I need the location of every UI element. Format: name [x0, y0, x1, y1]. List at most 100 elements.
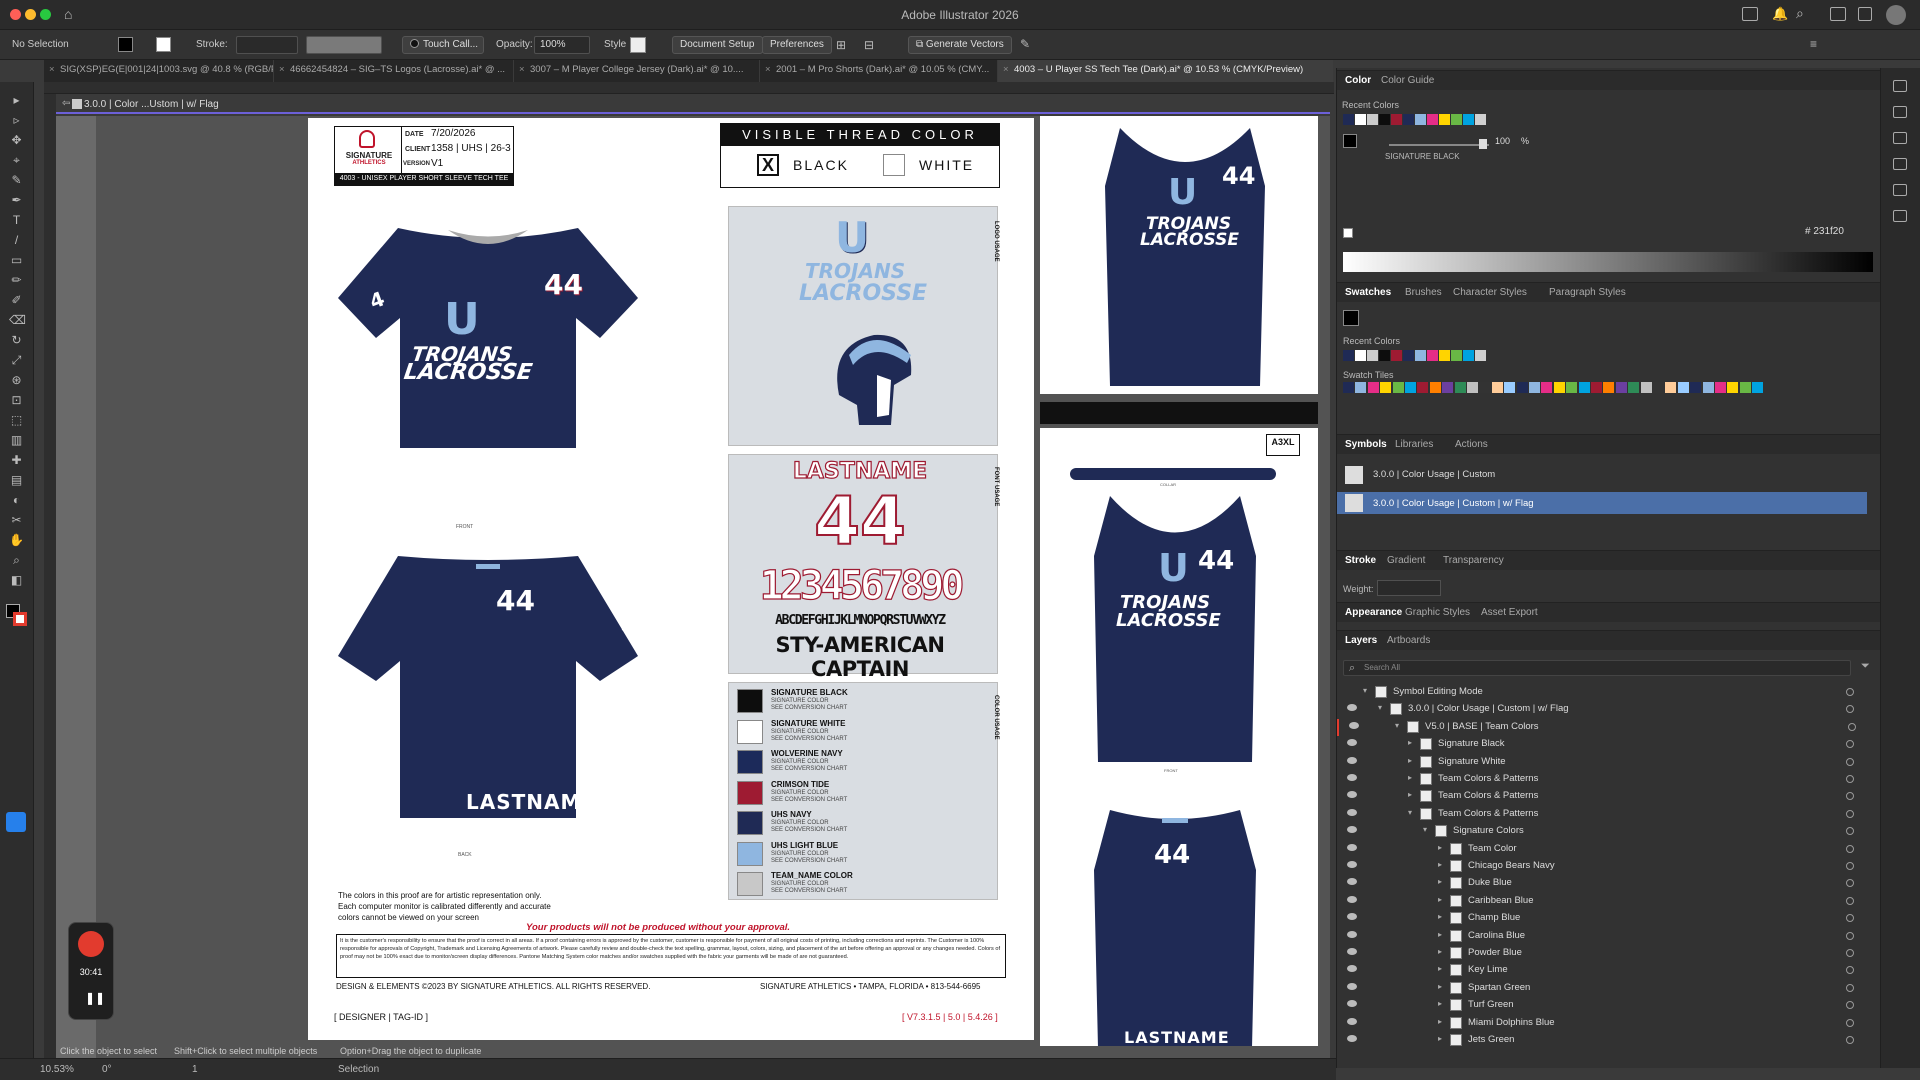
swatch-tile[interactable] — [1715, 382, 1726, 393]
target-circle-icon[interactable] — [1846, 914, 1854, 923]
swatch-tile[interactable] — [1541, 382, 1553, 393]
expand-chevron-icon[interactable]: ▸ — [1408, 773, 1412, 782]
close-tab-icon[interactable]: × — [279, 64, 285, 75]
swatch-tile[interactable] — [1591, 382, 1602, 393]
main-artboard[interactable]: SIGNATURE ATHLETICS DATE 7/20/2026 CLIEN… — [308, 118, 1034, 1040]
layer-row[interactable]: ▸ Key Lime — [1337, 962, 1881, 979]
selection-tool-icon[interactable]: ▸ — [9, 94, 24, 107]
visibility-eye-icon[interactable] — [1347, 878, 1357, 886]
swatch-tile[interactable] — [1405, 382, 1416, 393]
scissors-tool-icon[interactable]: ✂ — [9, 514, 24, 527]
doc-tab-tech-tee[interactable]: × 4003 – U Player SS Tech Tee (Dark).ai* … — [998, 60, 1334, 82]
tab-layers[interactable]: Layers — [1345, 635, 1377, 646]
properties-icon[interactable] — [1893, 106, 1907, 118]
recent-color-chip[interactable] — [1391, 114, 1402, 125]
target-circle-icon[interactable] — [1846, 966, 1854, 975]
fill-color-box[interactable] — [1343, 134, 1357, 148]
symbol-item-selected[interactable]: 3.0.0 | Color Usage | Custom | w/ Flag — [1337, 492, 1867, 514]
tab-appearance[interactable]: Appearance — [1345, 607, 1402, 618]
align-icon[interactable]: ⊟ — [864, 38, 874, 52]
line-tool-icon[interactable]: / — [9, 234, 24, 247]
tab-brushes[interactable]: Brushes — [1405, 287, 1442, 298]
recent-color-chip[interactable] — [1451, 114, 1462, 125]
arrange-icon[interactable]: ⊞ — [836, 38, 846, 52]
recent-color-chip[interactable] — [1415, 350, 1426, 361]
recent-color-chip[interactable] — [1415, 114, 1426, 125]
symbol-item[interactable]: 3.0.0 | Color Usage | Custom — [1337, 464, 1867, 484]
visibility-eye-icon[interactable] — [1347, 756, 1357, 764]
tint-value[interactable]: 100 — [1495, 136, 1510, 146]
tab-graphic-styles[interactable]: Graphic Styles — [1405, 607, 1470, 618]
target-circle-icon[interactable] — [1846, 705, 1854, 714]
target-circle-icon[interactable] — [1846, 1001, 1854, 1010]
direct-selection-tool-icon[interactable]: ▹ — [9, 114, 24, 127]
free-transform-tool-icon[interactable]: ⊡ — [9, 394, 24, 407]
layer-row[interactable]: ▸ Team Colors & Patterns — [1337, 771, 1881, 788]
layer-row[interactable]: ▸ Signature White — [1337, 754, 1881, 771]
stroke-swatch[interactable] — [156, 37, 171, 52]
lasso-tool-icon[interactable]: ⌖ — [9, 154, 24, 167]
shape-builder-tool-icon[interactable]: ⬚ — [9, 414, 24, 427]
recent-color-chip[interactable] — [1343, 350, 1354, 361]
visibility-eye-icon[interactable] — [1347, 930, 1357, 938]
layer-row[interactable]: ▾ Team Colors & Patterns — [1337, 806, 1881, 823]
target-circle-icon[interactable] — [1846, 879, 1854, 888]
panel-menu-icon[interactable]: ≡ — [1810, 37, 1817, 51]
document-setup-button[interactable]: Document Setup — [672, 36, 763, 54]
artboard-number[interactable]: 1 — [192, 1064, 198, 1075]
layer-row[interactable]: ▸ Team Colors & Patterns — [1337, 788, 1881, 805]
curvature-tool-icon[interactable]: ✒ — [9, 194, 24, 207]
expand-chevron-icon[interactable]: ▸ — [1438, 999, 1442, 1008]
eraser-tool-icon[interactable]: ⌫ — [9, 314, 26, 327]
expand-chevron-icon[interactable]: ▸ — [1438, 912, 1442, 921]
visibility-eye-icon[interactable] — [1347, 1035, 1357, 1042]
target-circle-icon[interactable] — [1846, 757, 1854, 766]
target-circle-icon[interactable] — [1848, 722, 1856, 731]
expand-chevron-icon[interactable]: ▸ — [1438, 1017, 1442, 1026]
pencil-tool-icon[interactable]: ✐ — [9, 294, 24, 307]
layer-row[interactable]: ▸ Signature Black — [1337, 736, 1881, 753]
expand-chevron-icon[interactable]: ▸ — [1408, 790, 1412, 799]
gradient-tool-icon[interactable]: ▤ — [9, 474, 24, 487]
recent-color-chip[interactable] — [1367, 350, 1378, 361]
layer-row[interactable]: ▸ Team Color — [1337, 841, 1881, 858]
stroke-weight-field[interactable] — [236, 36, 298, 54]
preview-artboard-top[interactable]: U 44 TROJANS LACROSSE — [1040, 116, 1318, 394]
expand-chevron-icon[interactable]: ▸ — [1438, 860, 1442, 869]
close-tab-icon[interactable]: × — [765, 64, 771, 75]
hex-field[interactable]: # 231f20 — [1805, 226, 1844, 237]
tab-stroke[interactable]: Stroke — [1345, 555, 1376, 566]
thread-black-checkbox[interactable]: X — [757, 154, 779, 176]
layer-row[interactable]: ▸ Turf Green — [1337, 997, 1881, 1014]
visibility-eye-icon[interactable] — [1347, 808, 1357, 816]
back-arrow-icon[interactable]: ⇦ — [62, 98, 70, 109]
swatch-tile[interactable] — [1491, 382, 1503, 393]
visibility-eye-icon[interactable] — [1347, 982, 1357, 990]
expand-chevron-icon[interactable]: ▸ — [1438, 877, 1442, 886]
visibility-eye-icon[interactable] — [1347, 965, 1357, 973]
recent-color-chip[interactable] — [1343, 114, 1354, 125]
perspective-tool-icon[interactable]: ▥ — [9, 434, 24, 447]
layer-row[interactable]: ▾ V5.0 | BASE | Team Colors — [1337, 718, 1881, 736]
visibility-eye-icon[interactable] — [1347, 791, 1357, 799]
swatch-tile[interactable] — [1529, 382, 1540, 393]
visibility-eye-icon[interactable] — [1347, 704, 1357, 712]
layer-row[interactable]: ▸ Caribbean Blue — [1337, 893, 1881, 910]
tab-asset-export[interactable]: Asset Export — [1481, 607, 1538, 618]
expand-chevron-icon[interactable]: ▸ — [1438, 1034, 1442, 1043]
stop-record-button[interactable] — [78, 931, 104, 957]
expand-chevron-icon[interactable]: ▾ — [1363, 686, 1367, 695]
expand-chevron-icon[interactable]: ▸ — [1438, 982, 1442, 991]
target-circle-icon[interactable] — [1846, 844, 1854, 853]
recent-color-chip[interactable] — [1463, 350, 1474, 361]
tab-symbols[interactable]: Symbols — [1345, 439, 1387, 450]
target-circle-icon[interactable] — [1846, 983, 1854, 992]
target-circle-icon[interactable] — [1846, 809, 1854, 818]
swatch-tile[interactable] — [1578, 382, 1590, 393]
expand-chevron-icon[interactable]: ▸ — [1408, 756, 1412, 765]
zoom-tool-icon[interactable]: ⌕ — [9, 554, 24, 567]
visibility-eye-icon[interactable] — [1347, 948, 1357, 955]
thread-white-checkbox[interactable] — [883, 154, 905, 176]
shirt-front[interactable] — [338, 218, 638, 458]
swatch-tile[interactable] — [1429, 382, 1441, 393]
